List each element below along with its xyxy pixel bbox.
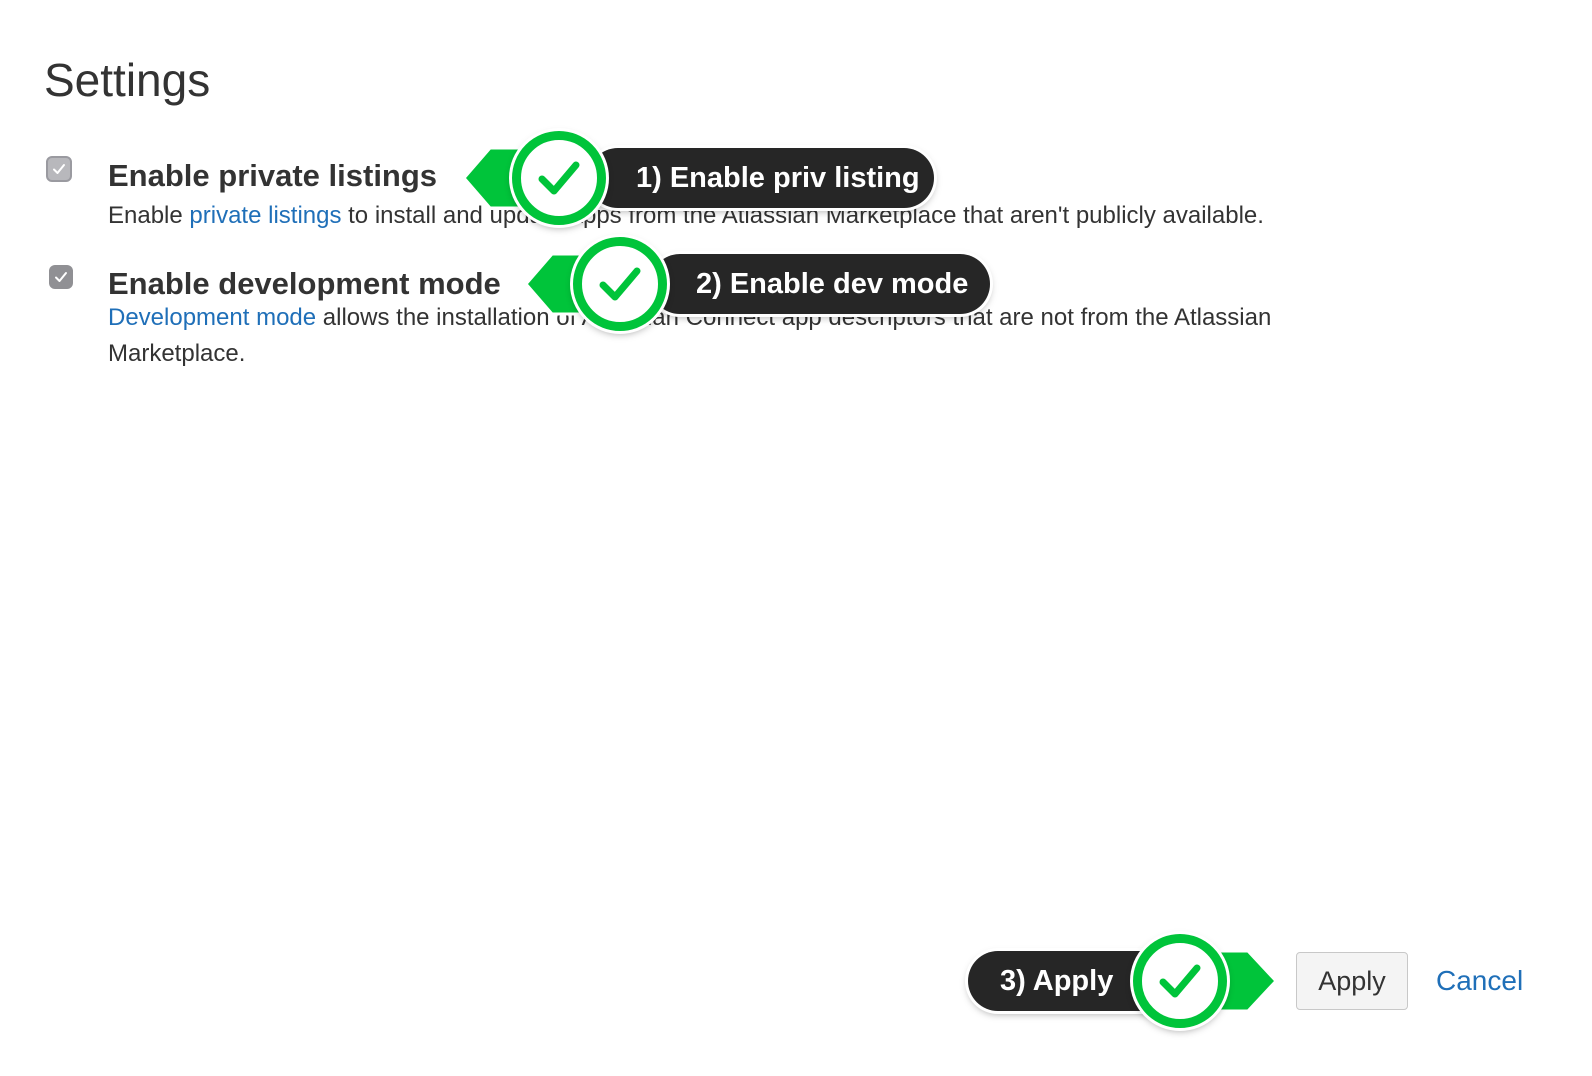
development-mode-checkbox[interactable] [49, 265, 73, 289]
private-listings-label: Enable private listings [108, 158, 438, 193]
page-title: Settings [44, 54, 211, 106]
settings-page: Settings Enable private listings Enable … [0, 0, 1592, 1076]
apply-button[interactable]: Apply [1296, 952, 1408, 1010]
annotation-badge-2 [573, 237, 667, 331]
green-checkmark-icon [538, 161, 580, 195]
development-mode-label: Enable development mode [108, 266, 501, 301]
private-listings-checkbox[interactable] [46, 156, 72, 182]
cancel-link[interactable]: Cancel [1436, 962, 1523, 1000]
private-listings-desc-prefix: Enable [108, 202, 190, 229]
green-checkmark-icon [1159, 964, 1201, 998]
annotation-badge-1 [512, 131, 606, 225]
checkmark-icon [55, 272, 67, 282]
private-listings-link[interactable]: private listings [189, 202, 341, 229]
green-checkmark-icon [599, 267, 641, 301]
annotation-label-1: 1) Enable priv listing [588, 148, 934, 208]
annotation-badge-3 [1133, 934, 1227, 1028]
checkmark-icon [53, 164, 65, 174]
development-mode-link[interactable]: Development mode [108, 304, 316, 331]
annotation-label-2: 2) Enable dev mode [650, 254, 990, 314]
